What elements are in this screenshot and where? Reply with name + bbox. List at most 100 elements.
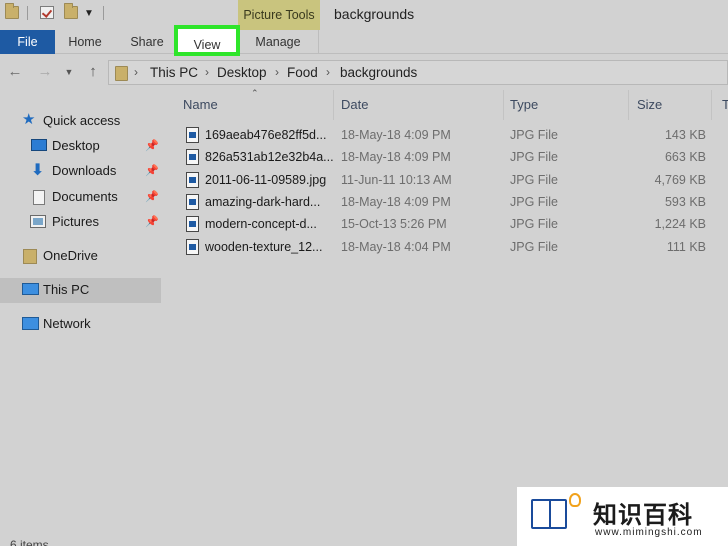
column-divider[interactable] (628, 90, 629, 120)
documents-icon (33, 190, 45, 205)
file-row[interactable]: wooden-texture_12... 18-May-18 4:04 PM J… (175, 236, 728, 258)
tab-home[interactable]: Home (60, 30, 110, 54)
file-name: 2011-06-11-09589.jpg (205, 173, 327, 187)
watermark-brand: 知识百科 (593, 502, 693, 529)
file-size: 593 KB (664, 195, 706, 209)
image-file-icon (186, 127, 199, 143)
breadcrumb-desktop[interactable]: Desktop (217, 65, 267, 80)
sidebar-item-this-pc[interactable]: This PC (0, 278, 161, 303)
sidebar-item-label: This PC (43, 282, 90, 297)
column-header-tags[interactable]: T (722, 97, 728, 112)
breadcrumb-separator: › (134, 65, 138, 79)
breadcrumb-separator[interactable]: › (275, 65, 279, 79)
folder-icon (115, 66, 128, 81)
image-file-icon (186, 194, 199, 210)
column-header-size[interactable]: Size (637, 97, 662, 112)
file-name: 169aeab476e82ff5d... (205, 128, 327, 142)
desktop-icon (31, 139, 47, 151)
pictures-icon (30, 215, 46, 228)
sidebar-item-downloads[interactable]: ⬇ Downloads 📌 (0, 159, 161, 184)
pin-icon[interactable]: 📌 (145, 139, 159, 152)
sort-ascending-icon: ⌃ (251, 88, 259, 98)
sidebar-item-label: Documents (52, 189, 118, 204)
file-type: JPG File (510, 150, 558, 164)
tab-file[interactable]: File (0, 30, 55, 54)
file-size: 663 KB (664, 150, 706, 164)
file-row[interactable]: modern-concept-d... 15-Oct-13 5:26 PM JP… (175, 213, 728, 235)
new-folder-icon[interactable] (64, 3, 78, 19)
properties-icon[interactable] (40, 6, 54, 19)
tab-view[interactable]: View (174, 25, 240, 56)
breadcrumb-food[interactable]: Food (287, 65, 318, 80)
sidebar-item-quick-access[interactable]: ★ Quick access (0, 109, 161, 134)
sidebar-item-network[interactable]: Network (0, 312, 161, 337)
network-icon (22, 317, 39, 330)
pin-icon[interactable]: 📌 (145, 190, 159, 203)
file-size: 143 KB (664, 128, 706, 142)
column-header-type[interactable]: Type (510, 97, 538, 112)
watermark-url: www.mimingshi.com (595, 527, 703, 538)
quick-access-dropdown-icon[interactable]: ▼ (84, 8, 94, 19)
book-icon (531, 499, 567, 529)
window-title: backgrounds (334, 6, 415, 22)
file-size: 1,224 KB (654, 217, 706, 231)
tab-divider (318, 30, 319, 54)
sidebar-item-label: Network (43, 316, 91, 331)
sidebar-item-label: OneDrive (43, 248, 98, 263)
file-name: amazing-dark-hard... (205, 195, 321, 209)
up-arrow-icon[interactable]: ↑ (84, 62, 102, 82)
sidebar-item-pictures[interactable]: Pictures 📌 (0, 210, 161, 235)
column-divider[interactable] (503, 90, 504, 120)
computer-icon (22, 283, 39, 295)
recent-locations-chevron-icon[interactable]: ▼ (62, 62, 76, 82)
column-header-date[interactable]: Date (341, 97, 368, 112)
breadcrumb-this-pc[interactable]: This PC (150, 65, 198, 80)
column-header-name[interactable]: Name (183, 97, 218, 112)
pin-icon[interactable]: 📌 (145, 215, 159, 228)
star-icon: ★ (22, 111, 36, 128)
toolbar-separator (27, 6, 28, 20)
file-type: JPG File (510, 217, 558, 231)
file-date: 11-Jun-11 10:13 AM (341, 173, 452, 187)
column-divider[interactable] (711, 90, 712, 120)
sidebar-item-onedrive[interactable]: OneDrive (0, 244, 161, 269)
file-row[interactable]: 2011-06-11-09589.jpg 11-Jun-11 10:13 AM … (175, 169, 728, 191)
lightbulb-icon (569, 493, 581, 507)
file-row[interactable]: 169aeab476e82ff5d... 18-May-18 4:09 PM J… (175, 124, 728, 146)
pin-icon[interactable]: 📌 (145, 164, 159, 177)
file-row[interactable]: 826a531ab12e32b4a... 18-May-18 4:09 PM J… (175, 146, 728, 168)
tab-manage[interactable]: Manage (246, 30, 310, 54)
title-bar: ▼ Picture Tools backgrounds (0, 0, 728, 30)
sidebar-item-desktop[interactable]: Desktop 📌 (0, 134, 161, 159)
file-type: JPG File (510, 195, 558, 209)
navigation-bar: ← → ▼ ↑ › This PC › Desktop › Food › bac… (0, 58, 728, 86)
file-row[interactable]: amazing-dark-hard... 18-May-18 4:09 PM J… (175, 191, 728, 213)
status-item-count: 6 items (10, 538, 49, 546)
column-header-row: ⌃ Name Date Type Size T (175, 88, 728, 120)
image-file-icon (186, 239, 199, 255)
sidebar-item-documents[interactable]: Documents 📌 (0, 185, 161, 210)
folder-icon (23, 249, 37, 264)
picture-tools-label: Picture Tools (238, 0, 320, 30)
file-type: JPG File (510, 240, 558, 254)
column-divider[interactable] (333, 90, 334, 120)
file-date: 18-May-18 4:09 PM (341, 195, 451, 209)
breadcrumb-separator[interactable]: › (326, 65, 330, 79)
file-date: 15-Oct-13 5:26 PM (341, 217, 447, 231)
forward-arrow-icon[interactable]: → (36, 62, 54, 82)
breadcrumb-separator[interactable]: › (205, 65, 209, 79)
file-date: 18-May-18 4:09 PM (341, 150, 451, 164)
image-file-icon (186, 216, 199, 232)
file-name: 826a531ab12e32b4a... (205, 150, 334, 164)
image-file-icon (186, 149, 199, 165)
file-name: wooden-texture_12... (205, 240, 323, 254)
image-file-icon (186, 172, 199, 188)
navigation-pane: ★ Quick access Desktop 📌 ⬇ Downloads 📌 D… (0, 100, 161, 546)
folder-icon (5, 3, 19, 19)
watermark-logo: 知识百科 www.mimingshi.com (517, 487, 728, 546)
tab-share[interactable]: Share (122, 30, 172, 54)
breadcrumb-backgrounds[interactable]: backgrounds (340, 65, 417, 80)
back-arrow-icon[interactable]: ← (6, 62, 24, 82)
address-bar[interactable]: › This PC › Desktop › Food › backgrounds (108, 60, 728, 85)
file-name: modern-concept-d... (205, 217, 317, 231)
